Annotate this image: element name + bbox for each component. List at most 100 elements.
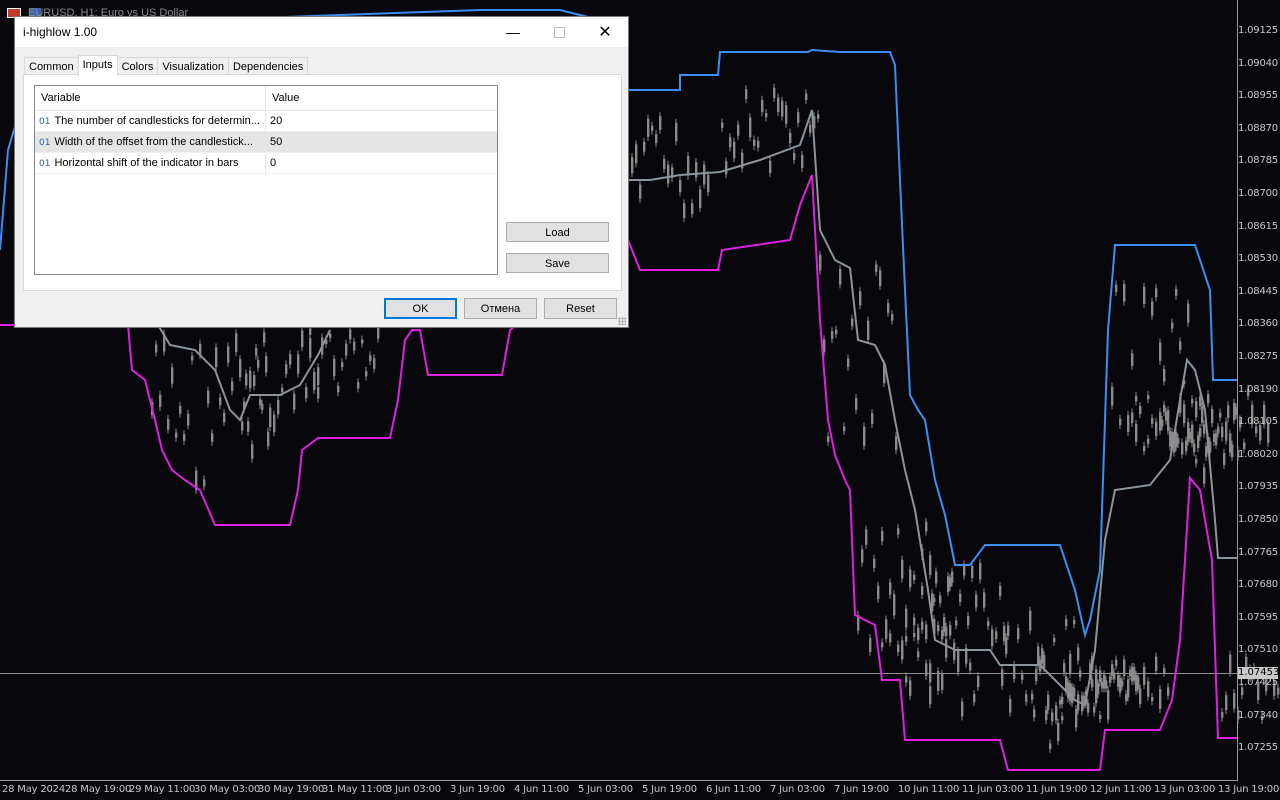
candle-body [1135, 675, 1138, 692]
row-value[interactable]: 20 [266, 111, 282, 131]
candle-body [889, 582, 892, 595]
reset-button[interactable]: Reset [544, 298, 617, 319]
candle-body [1201, 406, 1204, 423]
candle-body [293, 393, 296, 410]
candle-body [251, 444, 254, 459]
price-tick-label: 1.08785 [1238, 155, 1278, 167]
candle-body [901, 559, 904, 579]
save-button[interactable]: Save [506, 253, 609, 273]
input-row-offset[interactable]: 01 Width of the offset from the candlesti… [35, 132, 497, 153]
candle-body [991, 629, 994, 647]
input-row-candles[interactable]: 01 The number of candlesticks for determi… [35, 111, 497, 132]
candle-body [1151, 697, 1154, 702]
candle-body [867, 320, 870, 340]
candle-body [881, 530, 884, 542]
candle-body [819, 254, 822, 271]
candle-body [349, 329, 352, 340]
tab-bar: Common Inputs Colors Visualization Depen… [24, 55, 309, 76]
candle-body [1169, 431, 1172, 447]
candle-body [635, 144, 638, 164]
candle-body [781, 100, 784, 117]
candle-body [1057, 723, 1060, 741]
candle-body [777, 97, 780, 112]
time-tick-label: 11 Jun 19:00 [1026, 784, 1088, 795]
candle-body [1073, 619, 1076, 625]
candle-body [1099, 714, 1102, 720]
candle-body [203, 479, 206, 487]
candle-body [247, 421, 250, 432]
candle-body [879, 270, 882, 286]
candle-body [1161, 419, 1164, 427]
time-tick-label: 29 May 11:00 [129, 784, 196, 795]
candle-body [1061, 696, 1064, 705]
candle-body [945, 639, 948, 658]
load-button[interactable]: Load [506, 222, 609, 242]
time-tick-label: 4 Jun 11:00 [514, 784, 569, 795]
maximize-icon [553, 26, 565, 38]
candle-body [245, 373, 248, 386]
candle-body [167, 419, 170, 430]
minimize-icon: — [506, 24, 520, 40]
candle-body [929, 555, 932, 575]
candle-body [1109, 676, 1112, 684]
minimize-button[interactable]: — [490, 17, 536, 47]
column-header-value[interactable]: Value [266, 86, 497, 110]
candle-body [951, 571, 954, 583]
candle-body [1035, 669, 1038, 682]
price-tick-label: 1.09125 [1238, 25, 1278, 36]
candle-body [785, 105, 788, 124]
time-tick-label: 13 Jun 03:00 [1154, 784, 1216, 795]
candle-body [1073, 688, 1076, 697]
candle-body [1155, 656, 1158, 671]
candle-body [949, 624, 952, 636]
dialog-titlebar[interactable]: i-highlow 1.00 — ✕ [15, 17, 628, 47]
candle-body [289, 354, 292, 365]
candle-body [261, 403, 264, 410]
candle-body [1143, 666, 1146, 685]
candle-body [801, 154, 804, 169]
candle-body [1225, 421, 1228, 441]
candle-body [1211, 409, 1214, 424]
column-header-variable[interactable]: Variable [35, 86, 266, 110]
row-value[interactable]: 50 [266, 132, 282, 152]
candle-body [255, 347, 258, 356]
candle-body [733, 141, 736, 159]
candle-body [1151, 418, 1154, 424]
candle-body [835, 329, 838, 335]
resize-grip-icon[interactable] [618, 317, 626, 325]
candle-body [939, 595, 942, 604]
candle-body [257, 359, 260, 368]
candle-body [893, 602, 896, 616]
candle-body [1259, 425, 1262, 441]
candle-body [917, 651, 920, 658]
price-tick-label: 1.08360 [1238, 318, 1278, 330]
ok-button[interactable]: OK [384, 298, 457, 319]
candle-body [921, 586, 924, 596]
close-button[interactable]: ✕ [582, 17, 628, 47]
candle-body [1277, 687, 1280, 695]
candle-body [1159, 342, 1162, 361]
candle-body [1225, 695, 1228, 711]
candle-body [937, 671, 940, 691]
candle-body [847, 358, 850, 367]
candle-body [1115, 284, 1118, 293]
candle-body [1017, 628, 1020, 640]
time-tick-label: 31 May 11:00 [322, 784, 389, 795]
candle-body [175, 432, 178, 438]
cancel-button[interactable]: Отмена [464, 298, 537, 319]
candle-body [757, 140, 760, 148]
candle-body [171, 367, 174, 384]
input-row-shift[interactable]: 01 Horizontal shift of the indicator in b… [35, 153, 497, 174]
candle-body [1187, 303, 1190, 323]
candle-body [219, 397, 222, 406]
price-tick-label: 1.08615 [1238, 220, 1278, 232]
candle-body [1217, 426, 1220, 434]
row-value[interactable]: 0 [266, 153, 276, 173]
indicator-settings-dialog: i-highlow 1.00 — ✕ Common Inputs Colors … [15, 17, 628, 327]
tab-inputs[interactable]: Inputs [77, 55, 118, 76]
candle-body [373, 358, 376, 369]
candle-body [1075, 708, 1078, 728]
candle-body [691, 203, 694, 214]
candle-body [241, 421, 244, 431]
candle-body [1131, 353, 1134, 366]
